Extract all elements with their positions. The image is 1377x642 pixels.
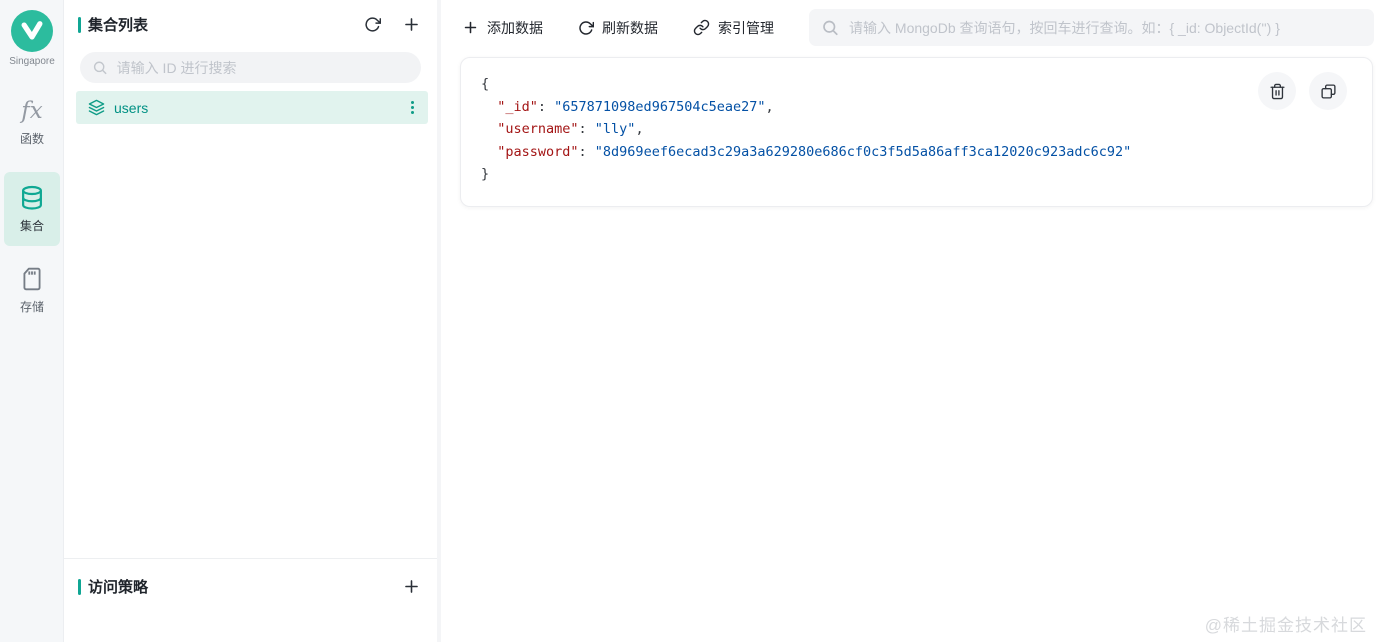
plus-icon — [405, 18, 418, 31]
refresh-data-label: 刷新数据 — [602, 19, 658, 36]
rail-item-functions[interactable]: fx 函数 — [0, 98, 64, 147]
collection-item-users[interactable]: users — [76, 91, 428, 124]
json-value: "lly" — [594, 121, 636, 137]
json-value: "657871098ed967504c5eae27" — [554, 98, 766, 115]
app-root: Singapore fx 函数 集合 存储 集合列表 请输入 ID 进行搜索 u… — [0, 0, 1377, 642]
link-icon — [693, 19, 710, 36]
access-policy-title: 访问策略 — [88, 579, 149, 596]
rail-item-label: 函数 — [19, 132, 44, 146]
copy-document-button[interactable] — [1309, 72, 1347, 110]
json-key: "password" — [497, 143, 579, 160]
add-data-button[interactable]: 添加数据 — [462, 18, 543, 38]
documents-area: { "_id": "657871098ed967504c5eae27", "us… — [441, 55, 1377, 642]
rail-item-label: 集合 — [19, 219, 44, 233]
main-panel: 添加数据 刷新数据 索引管理 请输入 MongoDb 查询语句，按回车进行查询。… — [441, 0, 1377, 642]
rail-item-storage[interactable]: 存储 — [0, 266, 64, 315]
collections-sidebar: 集合列表 请输入 ID 进行搜索 users 访问策略 — [64, 0, 441, 642]
json-line: "password": "8d969eef6ecad3c29a3a629280e… — [497, 143, 1132, 160]
json-line: "username": "lly", — [497, 121, 644, 137]
index-manage-button[interactable]: 索引管理 — [693, 18, 774, 38]
collection-search-input[interactable] — [116, 59, 409, 76]
add-policy-button[interactable] — [400, 575, 423, 598]
add-data-label: 添加数据 — [487, 19, 543, 36]
plus-icon — [464, 21, 477, 34]
database-icon — [22, 185, 42, 210]
json-line: "_id": "657871098ed967504c5eae27", — [497, 98, 774, 115]
refresh-icon — [365, 17, 381, 32]
add-collection-button[interactable] — [400, 13, 423, 36]
watermark: @稀土掘金技术社区 — [1204, 616, 1367, 635]
section-accent-bar — [78, 578, 81, 595]
data-toolbar: 添加数据 刷新数据 索引管理 — [441, 0, 1377, 55]
rail-item-collections[interactable]: 集合 — [4, 172, 60, 246]
document-card[interactable]: { "_id": "657871098ed967504c5eae27", "us… — [460, 57, 1373, 207]
layers-icon — [88, 99, 105, 116]
json-line: { — [481, 76, 490, 92]
json-key: "_id" — [497, 98, 538, 115]
env-rail: Singapore fx 函数 集合 存储 — [0, 0, 64, 642]
query-search[interactable] — [809, 9, 1374, 46]
query-search-input[interactable] — [849, 19, 1362, 36]
storage-card-icon — [23, 267, 41, 291]
collections-header: 集合列表 — [64, 0, 437, 36]
refresh-icon — [579, 20, 594, 35]
copy-icon — [1320, 83, 1336, 99]
document-json: { "_id": "657871098ed967504c5eae27", "us… — [461, 58, 1372, 201]
refresh-collections-button[interactable] — [362, 13, 383, 36]
search-icon — [823, 20, 838, 36]
plus-icon — [405, 580, 418, 593]
collections-title: 集合列表 — [88, 17, 149, 34]
functions-fx-icon: fx — [21, 98, 43, 124]
region-label: Singapore — [9, 56, 55, 67]
document-actions — [1258, 72, 1347, 110]
json-key: "username" — [497, 121, 579, 137]
logo-mark-icon — [21, 21, 43, 40]
collection-name: users — [114, 99, 149, 116]
index-manage-label: 索引管理 — [718, 19, 774, 36]
json-value: "8d969eef6ecad3c29a3a629280e686cf0c3f5d5… — [594, 143, 1132, 160]
collections-header-actions — [362, 13, 423, 36]
collection-menu-kebab-icon[interactable] — [407, 97, 418, 118]
collection-search[interactable] — [80, 52, 421, 83]
rail-item-label: 存储 — [19, 300, 44, 314]
trash-icon — [1269, 83, 1285, 99]
delete-document-button[interactable] — [1258, 72, 1296, 110]
refresh-data-button[interactable]: 刷新数据 — [578, 18, 658, 38]
section-accent-bar — [78, 16, 81, 33]
logo-wrap: Singapore — [0, 10, 64, 67]
access-policy-section: 访问策略 — [64, 558, 437, 642]
app-logo[interactable] — [11, 10, 53, 52]
access-policy-header: 访问策略 — [64, 559, 437, 598]
search-icon — [93, 61, 107, 75]
json-line: } — [481, 166, 490, 182]
